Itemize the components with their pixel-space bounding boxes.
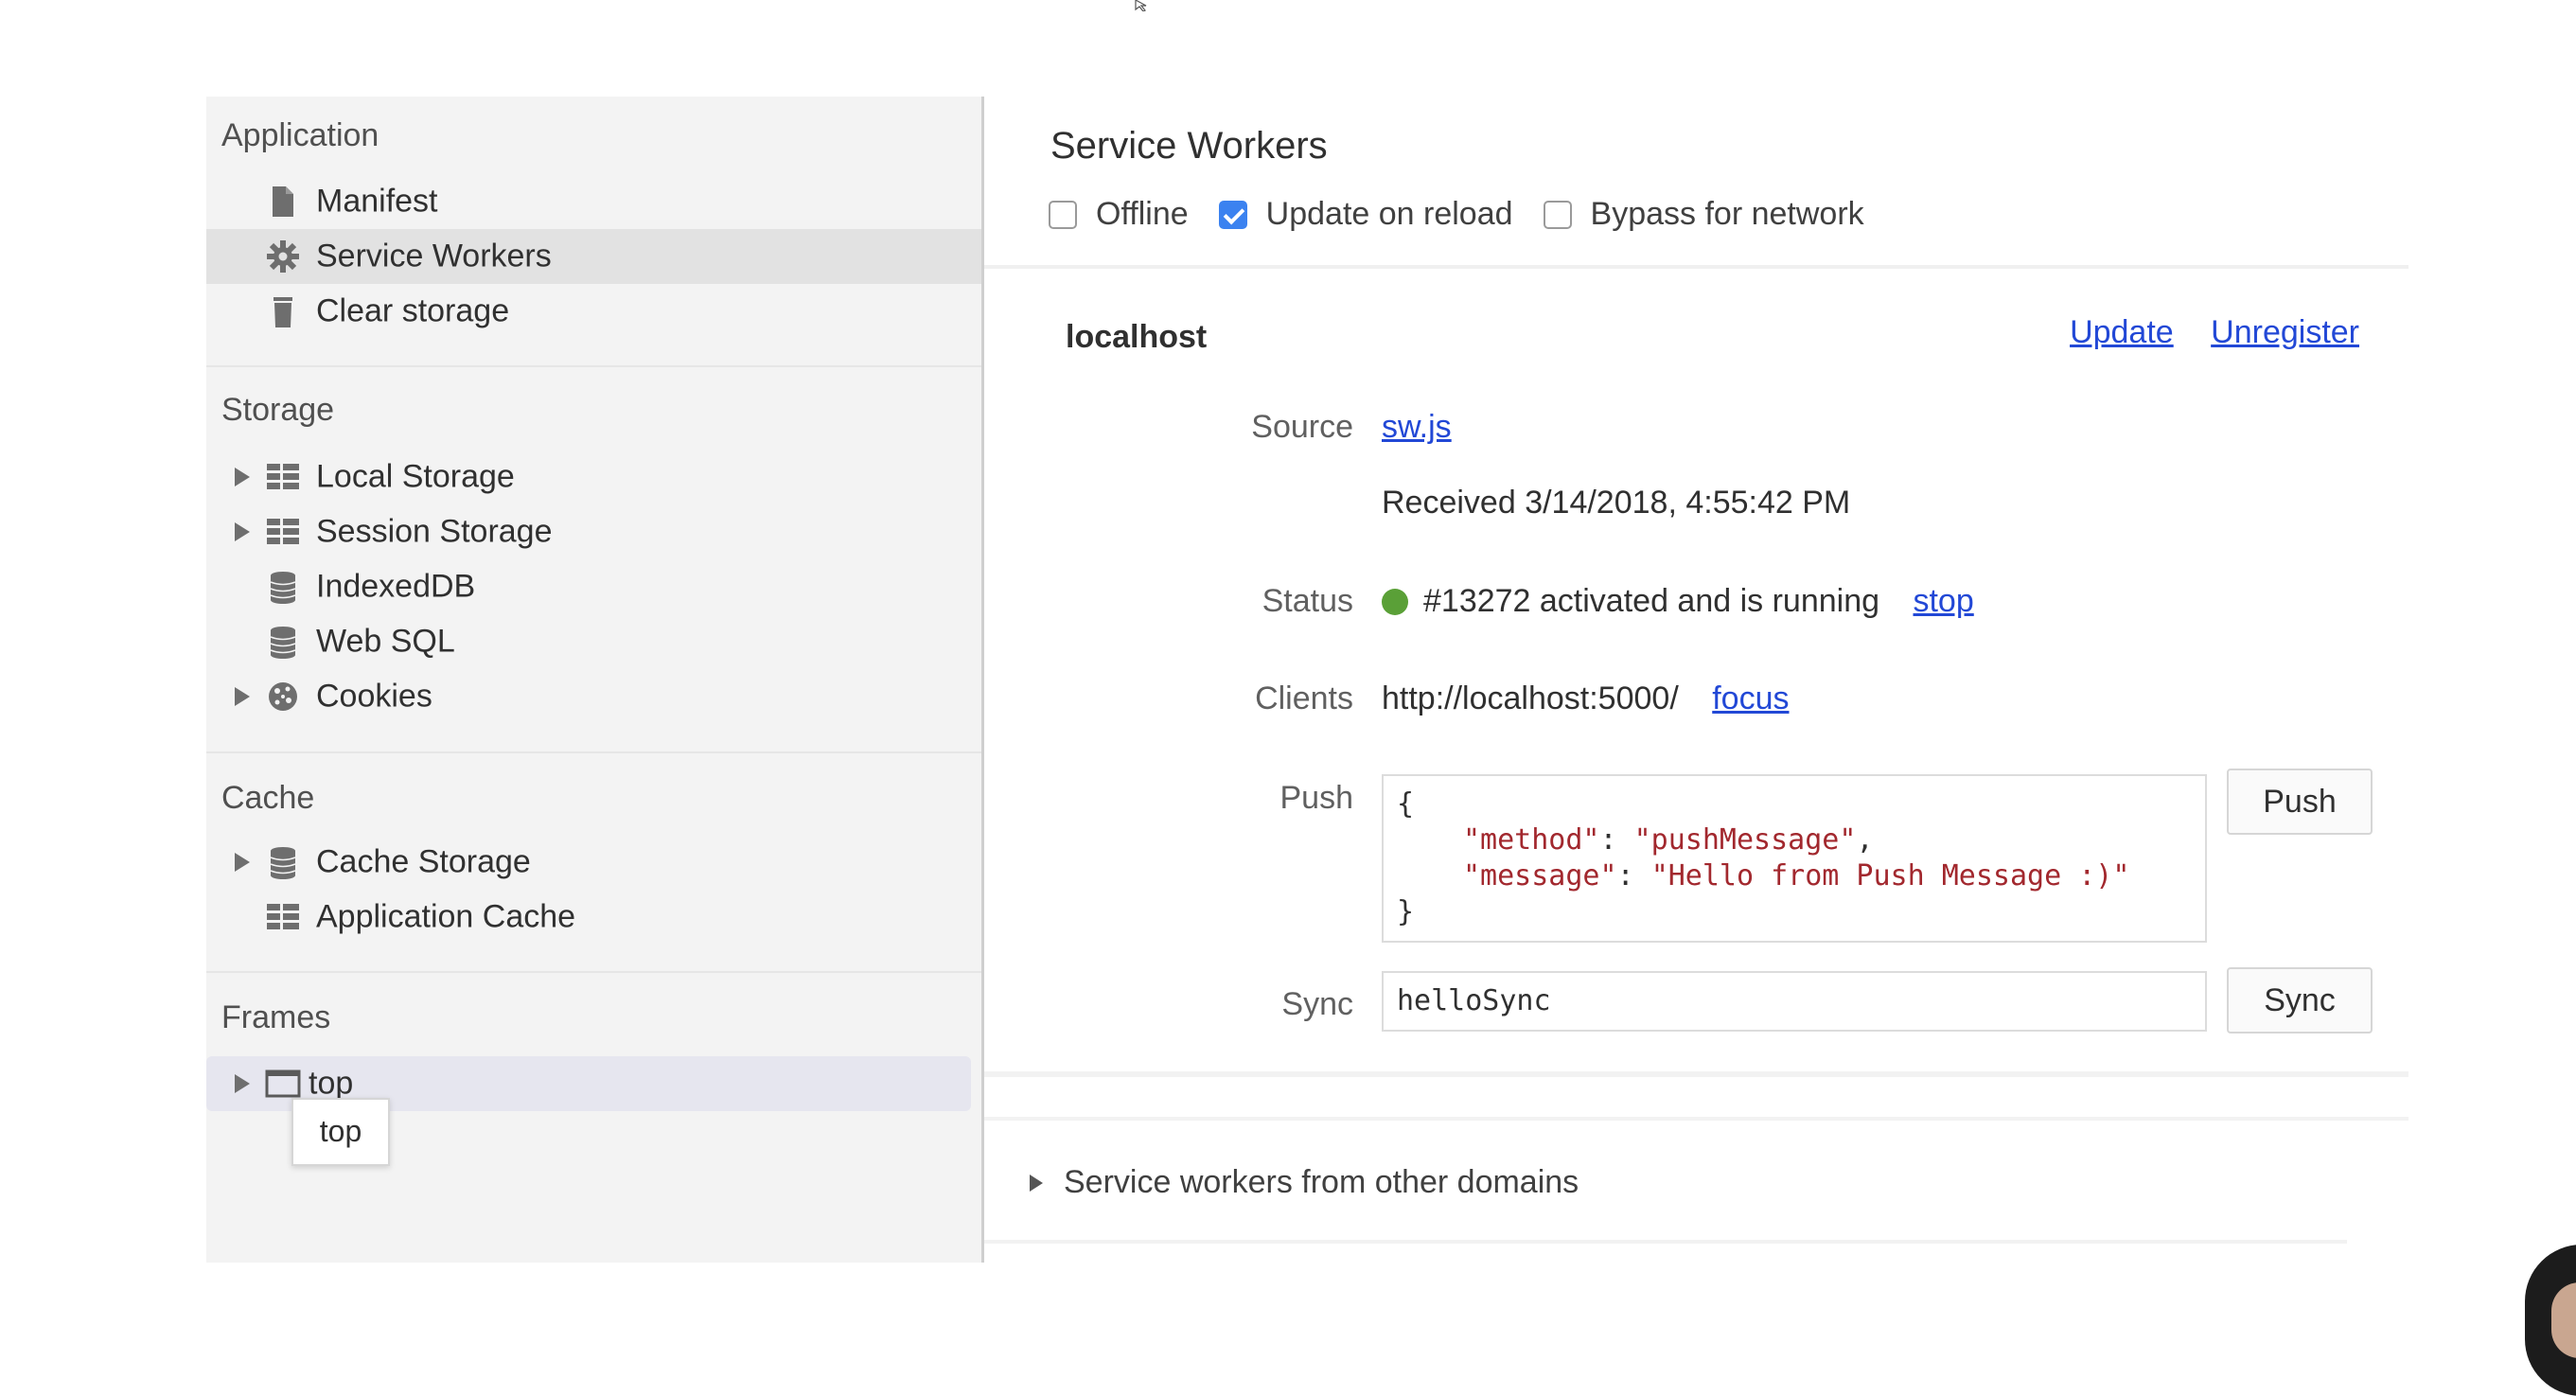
sidebar-item-label: Session Storage [316,513,553,550]
json-key: "method" [1463,823,1600,857]
sidebar-item-label: Clear storage [316,292,510,329]
sidebar-item-application-cache[interactable]: Application Cache [206,890,982,945]
sidebar-item-service-workers[interactable]: Service Workers [206,229,982,284]
gear-icon [267,240,299,273]
json-open-brace: { [1397,787,1415,821]
section-title-cache: Cache [221,780,315,816]
other-domains-toggle[interactable]: Service workers from other domains [1030,1164,1579,1201]
presenter-webcam-image [2525,1245,2576,1396]
sidebar-item-clear-storage[interactable]: Clear storage [206,284,982,339]
expand-arrow-icon[interactable] [235,1074,250,1093]
clients-label: Clients [1255,680,1353,716]
status-indicator-icon [1382,589,1408,615]
sidebar-item-label: Service Workers [316,238,552,274]
focus-link[interactable]: focus [1712,680,1789,716]
offline-checkbox[interactable] [1049,200,1077,229]
cookie-icon [269,682,297,711]
source-label: Source [1251,409,1353,445]
options-toolbar: Offline Update on reload Bypass for netw… [1049,196,1895,233]
clients-value: http://localhost:5000/ focus [1382,680,1790,717]
sidebar-item-indexeddb[interactable]: IndexedDB [206,559,982,614]
sidebar-item-label: Cache Storage [316,843,531,880]
expand-arrow-icon[interactable] [235,687,250,706]
sidebar-item-label: Manifest [316,183,438,220]
divider [984,1071,2408,1077]
expand-arrow-icon[interactable] [235,468,250,486]
bypass-for-network-checkbox[interactable] [1543,200,1572,229]
divider [984,1240,2347,1244]
section-divider [206,365,982,367]
offline-label[interactable]: Offline [1096,196,1189,233]
section-divider [206,751,982,753]
sidebar-item-session-storage[interactable]: Session Storage [206,504,982,559]
expand-arrow-icon [1030,1174,1043,1192]
json-value: "pushMessage" [1633,823,1857,857]
source-file-link[interactable]: sw.js [1382,409,1452,445]
divider [984,265,2408,269]
status-text: #13272 activated and is running [1423,583,1880,619]
file-icon [273,186,293,217]
service-workers-panel: Service Workers Offline Update on reload… [984,97,2408,1263]
database-icon [270,847,296,879]
trash-icon [273,297,292,327]
tooltip: top [291,1098,390,1166]
divider [984,1117,2408,1121]
expand-arrow-icon[interactable] [235,522,250,541]
worker-actions: Update Unregister [2041,314,2359,351]
grid-icon [267,519,299,544]
worker-origin: localhost [1066,319,1208,355]
json-line-method: "method": "pushMessage", [1463,823,1874,857]
sidebar-item-web-sql[interactable]: Web SQL [206,614,982,669]
received-timestamp: Received 3/14/2018, 4:55:42 PM [1382,485,1851,521]
sidebar-item-label: Cookies [316,678,432,715]
mouse-cursor-icon [1135,0,1147,11]
sidebar-item-cache-storage[interactable]: Cache Storage [206,835,982,890]
frame-icon [265,1069,301,1098]
sidebar-item-label: top [309,1065,354,1102]
update-link[interactable]: Update [2070,314,2174,350]
client-url: http://localhost:5000/ [1382,680,1679,716]
database-icon [270,572,296,604]
grid-icon [267,904,299,929]
sidebar-item-label: Application Cache [316,898,576,935]
section-title-storage: Storage [221,392,335,428]
json-value: "Hello from Push Message :)" [1650,859,2130,892]
json-key: "message" [1463,859,1617,892]
json-line-message: "message": "Hello from Push Message :)" [1463,859,2130,892]
page-title: Service Workers [1050,125,1328,167]
grid-icon [267,464,299,489]
sidebar-item-local-storage[interactable]: Local Storage [206,450,982,504]
section-title-frames: Frames [221,999,331,1035]
source-value: sw.js [1382,409,1452,446]
section-title-application: Application [221,117,379,153]
expand-arrow-icon[interactable] [235,853,250,872]
update-on-reload-label[interactable]: Update on reload [1266,196,1513,233]
sidebar-item-cookies[interactable]: Cookies [206,669,982,724]
sync-label: Sync [1281,986,1353,1022]
other-domains-label: Service workers from other domains [1064,1164,1579,1200]
sidebar-item-label: IndexedDB [316,568,476,605]
status-label: Status [1262,583,1353,619]
status-value: #13272 activated and is running stop [1382,583,1974,620]
stop-link[interactable]: stop [1913,583,1973,619]
bypass-for-network-label[interactable]: Bypass for network [1591,196,1864,233]
push-data-textarea[interactable]: { "method": "pushMessage", "message": "H… [1382,774,2207,943]
json-close-brace: } [1397,895,1415,928]
unregister-link[interactable]: Unregister [2211,314,2359,350]
sync-button[interactable]: Sync [2227,967,2373,1034]
push-button[interactable]: Push [2227,769,2373,835]
section-divider [206,971,982,973]
sidebar-item-label: Local Storage [316,458,515,495]
push-label: Push [1279,780,1354,816]
update-on-reload-checkbox[interactable] [1218,200,1247,229]
sync-tag-input[interactable]: helloSync [1382,971,2207,1032]
sidebar: Application Manifest Service Workers Cle… [206,97,982,1263]
sidebar-item-label: Web SQL [316,623,455,660]
database-icon [270,627,296,659]
sidebar-item-manifest[interactable]: Manifest [206,174,982,229]
